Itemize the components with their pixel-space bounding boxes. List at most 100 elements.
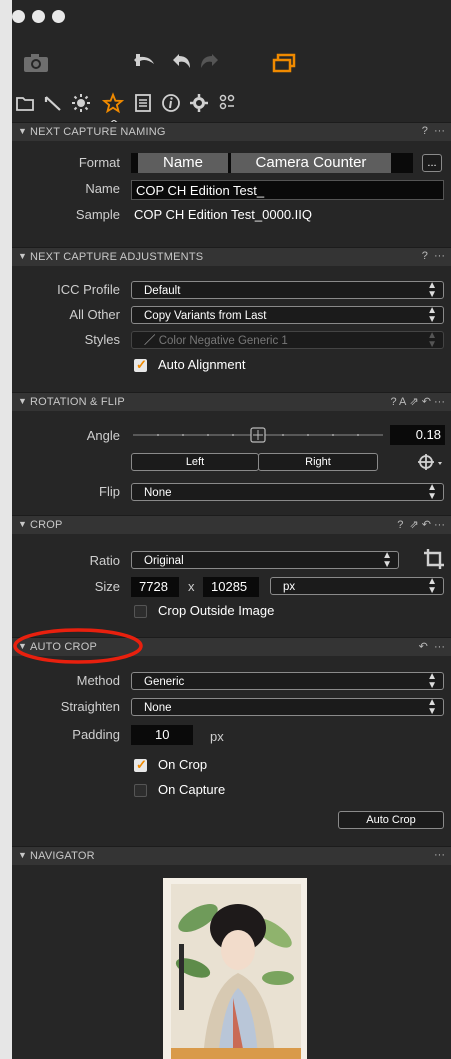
format-token-camera-counter[interactable]: Camera Counter [231, 153, 391, 173]
collapse-triangle-icon[interactable]: ▼ [18, 251, 27, 261]
help-icon[interactable]: ? [397, 519, 403, 531]
brush-icon: ／ [144, 335, 156, 347]
on-capture-checkbox[interactable] [134, 784, 147, 797]
crop-outside-image-label: Crop Outside Image [158, 603, 275, 618]
updown-arrows-icon: ▲ ▼ [427, 305, 437, 325]
ratio-select[interactable]: Original ▲ ▼ [131, 550, 399, 570]
format-token-name[interactable]: Name [138, 153, 228, 173]
icc-profile-select[interactable]: Default ▲ ▼ [131, 280, 444, 300]
auto-alignment-label: Auto Alignment [158, 357, 246, 372]
minimize-window-button[interactable] [32, 10, 45, 23]
flip-label: Flip [99, 484, 120, 499]
styles-select[interactable]: ／ Color Negative Generic 1 ▲ ▼ [131, 330, 444, 350]
flip-select[interactable]: None ▲ ▼ [131, 482, 444, 502]
straighten-cursor-icon[interactable] [416, 452, 444, 472]
method-label: Method [76, 673, 120, 688]
collapse-triangle-icon[interactable]: ▼ [18, 850, 27, 860]
all-other-label: All Other [69, 307, 120, 322]
updown-arrows-icon: ▲ ▼ [427, 280, 437, 300]
more-icon[interactable]: ··· [434, 250, 445, 262]
tab-batch-icon[interactable] [216, 92, 238, 114]
reset-icon[interactable]: ↶ [422, 519, 431, 531]
name-input[interactable]: COP CH Edition Test_ [131, 180, 444, 200]
tab-favorite-star-icon[interactable] [102, 92, 124, 114]
sample-value: COP CH Edition Test_0000.IIQ [134, 207, 313, 222]
padding-field[interactable]: 10 [131, 725, 193, 745]
straighten-select[interactable]: None ▲ ▼ [131, 697, 444, 717]
more-icon[interactable]: ··· [434, 396, 445, 408]
sample-label: Sample [75, 207, 120, 222]
reset-icon[interactable]: ↶ [419, 641, 428, 653]
section-header-crop[interactable]: ▼ CROP ? ⇗ ↶ ··· [12, 515, 451, 534]
collapse-triangle-icon[interactable]: ▼ [18, 396, 27, 406]
redo-icon[interactable] [197, 52, 223, 74]
collapse-triangle-icon[interactable]: ▼ [18, 519, 27, 529]
copy-apply-icon[interactable]: ⇗ [409, 519, 418, 531]
section-header-navigator[interactable]: ▼ NAVIGATOR ··· [12, 846, 451, 865]
angle-label: Angle [86, 428, 120, 443]
rotate-right-button[interactable]: Right [258, 453, 378, 471]
format-label: Format [78, 155, 120, 170]
camera-icon[interactable] [22, 52, 52, 74]
method-select[interactable]: Generic ▲ ▼ [131, 671, 444, 691]
auto-crop-button[interactable]: Auto Crop [338, 811, 444, 829]
section-header-rotation-flip[interactable]: ▼ ROTATION & FLIP ? A ⇗ ↶ ··· [12, 392, 451, 411]
styles-label: Styles [84, 332, 120, 347]
updown-arrows-icon: ▲ ▼ [427, 482, 437, 502]
on-crop-label: On Crop [158, 757, 208, 772]
tab-library[interactable] [14, 92, 36, 114]
angle-value-field[interactable]: 0.18 [390, 425, 445, 445]
padding-label: Padding [72, 727, 120, 742]
crop-tool-icon[interactable] [422, 547, 446, 571]
tab-lens[interactable] [42, 92, 64, 114]
close-window-button[interactable] [12, 10, 25, 23]
size-separator: x [188, 579, 195, 594]
format-more-button[interactable]: ... [422, 154, 442, 172]
auto-alignment-checkbox[interactable] [134, 357, 147, 373]
updown-arrows-icon: ▲ ▼ [427, 697, 437, 717]
more-icon[interactable]: ··· [434, 125, 445, 137]
capture-one-tool-panel: ▼ NEXT CAPTURE NAMING ? ··· Format Name … [12, 0, 451, 1059]
crop-unit-select[interactable]: px ▲ ▼ [270, 577, 444, 596]
on-capture-label: On Capture [158, 782, 226, 797]
zoom-window-button[interactable] [52, 10, 65, 23]
updown-arrows-icon: ▲ ▼ [427, 671, 437, 691]
active-tab-indicator [107, 113, 121, 126]
angle-slider[interactable] [133, 425, 383, 445]
tab-metadata[interactable] [132, 92, 154, 114]
tab-info-icon[interactable] [160, 92, 182, 114]
copy-apply-icon[interactable]: ⇗ [409, 396, 418, 408]
updown-arrows-icon: ▲ ▼ [427, 330, 437, 350]
icc-profile-label: ICC Profile [57, 282, 120, 297]
navigator-preview-image[interactable] [163, 878, 307, 1059]
name-label: Name [85, 181, 120, 196]
more-icon[interactable]: ··· [434, 849, 445, 861]
on-crop-checkbox[interactable] [134, 757, 147, 773]
help-icon[interactable]: ? [422, 250, 428, 262]
tool-tabs [12, 92, 451, 126]
collapse-triangle-icon[interactable]: ▼ [18, 126, 27, 136]
help-icon[interactable]: ? [422, 125, 428, 137]
more-icon[interactable]: ··· [434, 519, 445, 531]
crop-outside-image-checkbox[interactable] [134, 605, 147, 618]
help-auto-icons[interactable]: ? A [390, 396, 406, 408]
tab-exposure[interactable] [70, 92, 92, 114]
highlight-ellipse-annotation [13, 628, 143, 664]
more-icon[interactable]: ··· [434, 641, 445, 653]
clone-variant-icon[interactable] [270, 52, 298, 74]
size-label: Size [94, 579, 120, 594]
padding-unit: px [210, 729, 224, 744]
straighten-label: Straighten [60, 699, 120, 714]
section-header-next-capture-adjustments[interactable]: ▼ NEXT CAPTURE ADJUSTMENTS ? ··· [12, 247, 451, 266]
reset-icon[interactable]: ↶ [422, 396, 431, 408]
rotate-left-button[interactable]: Left [131, 453, 259, 471]
undo-icon[interactable] [170, 52, 196, 74]
undo-all-icon[interactable] [132, 52, 160, 74]
section-header-next-capture-naming[interactable]: ▼ NEXT CAPTURE NAMING ? ··· [12, 122, 451, 141]
crop-width-field[interactable]: 7728 [131, 577, 179, 597]
ratio-label: Ratio [89, 553, 120, 568]
updown-arrows-icon: ▲ ▼ [382, 550, 392, 570]
tab-settings-gear-icon[interactable] [188, 92, 210, 114]
all-other-select[interactable]: Copy Variants from Last ▲ ▼ [131, 305, 444, 325]
crop-height-field[interactable]: 10285 [203, 577, 259, 597]
